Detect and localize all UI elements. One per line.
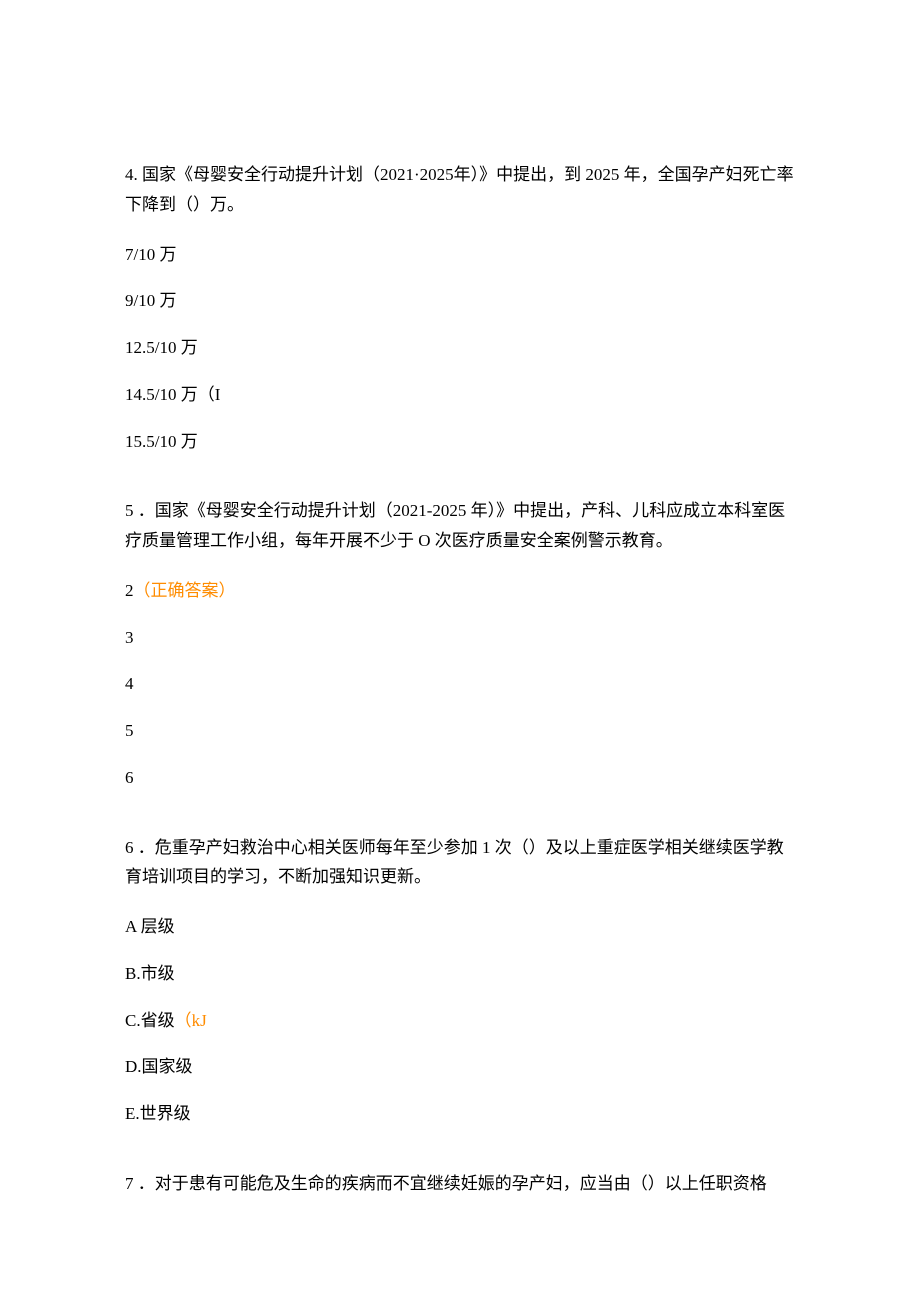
option-correct: C.省级（kJ	[125, 1006, 795, 1036]
option: 9/10 万	[125, 286, 795, 316]
option: 12.5/10 万	[125, 333, 795, 363]
option: 4	[125, 669, 795, 699]
option: 14.5/10 万（I	[125, 380, 795, 410]
option: 15.5/10 万	[125, 427, 795, 457]
question-5: 5 ．国家《母婴安全行动提升计划（2021-2025 年）》中提出，产科、儿科应…	[125, 496, 795, 792]
option: 3	[125, 623, 795, 653]
question-stem: 4. 国家《母婴安全行动提升计划（2021·2025年）》中提出，到 2025 …	[125, 160, 795, 220]
answer-hint: （正确答案）	[134, 581, 236, 600]
option: 7/10 万	[125, 240, 795, 270]
answer-hint: （kJ	[175, 1011, 207, 1030]
question-stem: 6 ．危重孕产妇救治中心相关医师每年至少参加 1 次（）及以上重症医学相关继续医…	[125, 833, 795, 893]
document-page: 4. 国家《母婴安全行动提升计划（2021·2025年）》中提出，到 2025 …	[0, 0, 920, 1276]
question-7-stem: 7 ．对于患有可能危及生命的疾病而不宜继续妊娠的孕产妇，应当由（）以上任职资格	[125, 1169, 795, 1199]
question-stem: 5 ．国家《母婴安全行动提升计划（2021-2025 年）》中提出，产科、儿科应…	[125, 496, 795, 556]
option: 6	[125, 763, 795, 793]
option-value: 2	[125, 581, 134, 600]
option-label: C.省级	[125, 1011, 175, 1030]
option: B.市级	[125, 959, 795, 989]
option: 5	[125, 716, 795, 746]
question-4: 4. 国家《母婴安全行动提升计划（2021·2025年）》中提出，到 2025 …	[125, 160, 795, 456]
question-6: 6 ．危重孕产妇救治中心相关医师每年至少参加 1 次（）及以上重症医学相关继续医…	[125, 833, 795, 1129]
option: E.世界级	[125, 1099, 795, 1129]
option: A 层级	[125, 912, 795, 942]
option: D.国家级	[125, 1052, 795, 1082]
option-correct: 2（正确答案）	[125, 576, 795, 606]
